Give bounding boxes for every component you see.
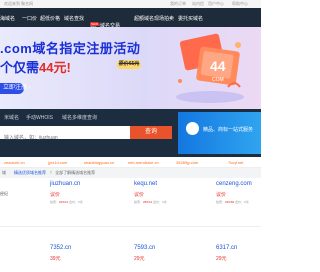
- listing-price: 39元: [50, 256, 61, 262]
- listing-status: 议价: [134, 192, 145, 198]
- listing-card[interactable]: jiuzhuan.cn 议价 续费：¥66/13 出价：0次: [50, 181, 83, 204]
- welcome-text: 欢迎来到 聚名网: [4, 1, 34, 6]
- recent-domain-link[interactable]: jyrz1d.com: [48, 160, 67, 165]
- listing-card[interactable]: kequ.net 议价 续费：¥86/13 出价：0次: [134, 181, 167, 204]
- topbar-link-user-center[interactable]: 用户中心: [208, 1, 224, 7]
- tab-whois[interactable]: 手动WHOIS: [26, 114, 53, 121]
- row-lead-label: 经纪: [0, 191, 8, 196]
- listing-domain[interactable]: jiuzhuan.cn: [50, 181, 83, 187]
- recent-domains-strip: zeaduoh.cn jyrz1d.com shanbingyuan.cn re…: [0, 157, 261, 168]
- listing-meta: 续费：¥66/83 出价：0次: [216, 200, 249, 204]
- nav-item-excess[interactable]: 超额域名: [134, 15, 154, 22]
- listing-meta: 续费：¥86/13 出价：0次: [134, 200, 167, 204]
- banner-headline: .com域名指定注册活动: [0, 41, 141, 56]
- coupon-suffix: COM: [212, 77, 224, 83]
- listing-row: 经纪 jiuzhuan.cn 议价 续费：¥66/13 出价：0次 kequ.n…: [0, 178, 261, 222]
- banner-price-prefix: 个仅需: [0, 60, 40, 75]
- listing-renew-price: ¥86/13: [143, 200, 153, 204]
- page: 欢迎来到 聚名网 我的订单 站内信 用户中心 帮助中心 海域名 一口价 超低价格…: [0, 0, 261, 272]
- coupon-value: 44: [210, 58, 226, 74]
- listing-domain[interactable]: 7352.cn: [50, 245, 71, 251]
- listing-status: 议价: [50, 192, 61, 198]
- section-prefix: 域: [2, 170, 6, 175]
- section-note: ！ 全部了解精选域名推荐: [50, 170, 96, 175]
- listing-card[interactable]: 6317.cn 29元: [216, 245, 237, 262]
- tab-multi-query[interactable]: 域名多维度查询: [62, 114, 97, 121]
- section-header: 域 精选优质域名推荐 ！ 全部了解精选域名推荐: [0, 168, 261, 178]
- topbar-link-messages[interactable]: 站内信: [192, 1, 204, 7]
- register-now-button[interactable]: 立即注册 ›: [0, 83, 31, 94]
- nav-item-broker[interactable]: 委托买域名: [178, 15, 203, 22]
- listing-card[interactable]: cenzeng.com 议价 续费：¥66/83 出价：0次: [216, 181, 252, 204]
- section-link[interactable]: 精选优质域名推荐: [14, 170, 46, 176]
- recent-domain-link[interactable]: rein.mendstoe.cn: [128, 160, 159, 165]
- search-button[interactable]: 查询: [130, 126, 172, 139]
- listing-domain[interactable]: 7593.cn: [134, 245, 155, 251]
- brand-service-promo[interactable]: 精品、商标一站式服务: [178, 112, 261, 154]
- coupon-illustration: 44 COM: [176, 33, 244, 103]
- listing-row: 7352.cn 39元 7593.cn 29元 6317.cn 29元: [0, 243, 261, 272]
- promo-banner[interactable]: .com域名指定注册活动 个仅需44元! 原价65元 立即注册 › 44 COM: [0, 27, 261, 109]
- listing-price: 29元: [134, 256, 145, 262]
- listing-renew-price: ¥66/13: [59, 200, 69, 204]
- domain-search-input[interactable]: [0, 131, 120, 145]
- topbar-link-orders[interactable]: 我的订单: [170, 1, 186, 7]
- recent-domain-link[interactable]: 35289jy.com: [176, 160, 198, 165]
- nav-item-cheap[interactable]: 超低价格: [40, 15, 60, 22]
- search-box: [0, 126, 130, 145]
- topbar-link-help[interactable]: 帮助中心: [232, 1, 248, 7]
- nav-item-auction[interactable]: 现场拍卖: [154, 15, 174, 22]
- recent-domain-link[interactable]: 7iuqf.net: [228, 160, 243, 165]
- listing-card[interactable]: 7593.cn 29元: [134, 245, 155, 262]
- row-divider: [0, 226, 261, 227]
- nav-item-search[interactable]: 域名查找: [64, 15, 84, 22]
- recent-domain-link[interactable]: zeaduoh.cn: [4, 160, 25, 165]
- nav-item-premium[interactable]: 海域名: [0, 15, 15, 22]
- banner-price: 44元!: [39, 60, 71, 75]
- original-price-tag: 原价65元: [117, 60, 141, 69]
- listing-renew-price: ¥66/83: [225, 200, 235, 204]
- listing-price: 29元: [216, 256, 227, 262]
- banner-price-line: 个仅需44元!: [0, 57, 71, 76]
- main-nav: 海域名 一口价 超低价格 域名查找 帐户域名交易 NEW 超额域名 现场拍卖 委托…: [0, 8, 261, 29]
- recent-domain-link[interactable]: shanbingyuan.cn: [84, 160, 114, 165]
- promo-text: 精品、商标一站式服务: [203, 127, 254, 133]
- new-badge: NEW: [90, 22, 99, 26]
- listing-meta: 续费：¥66/13 出价：0次: [50, 200, 83, 204]
- nav-item-fixed-price[interactable]: 一口价: [22, 15, 37, 22]
- listing-card[interactable]: 7352.cn 39元: [50, 245, 71, 262]
- listing-domain[interactable]: 6317.cn: [216, 245, 237, 251]
- tab-domain-search[interactable]: 米域名: [4, 114, 19, 121]
- top-utility-bar: 欢迎来到 聚名网 我的订单 站内信 用户中心 帮助中心: [0, 0, 261, 8]
- listing-domain[interactable]: kequ.net: [134, 181, 167, 187]
- promo-icon: [186, 122, 199, 135]
- listing-status: 议价: [216, 192, 227, 198]
- listing-domain[interactable]: cenzeng.com: [216, 181, 252, 187]
